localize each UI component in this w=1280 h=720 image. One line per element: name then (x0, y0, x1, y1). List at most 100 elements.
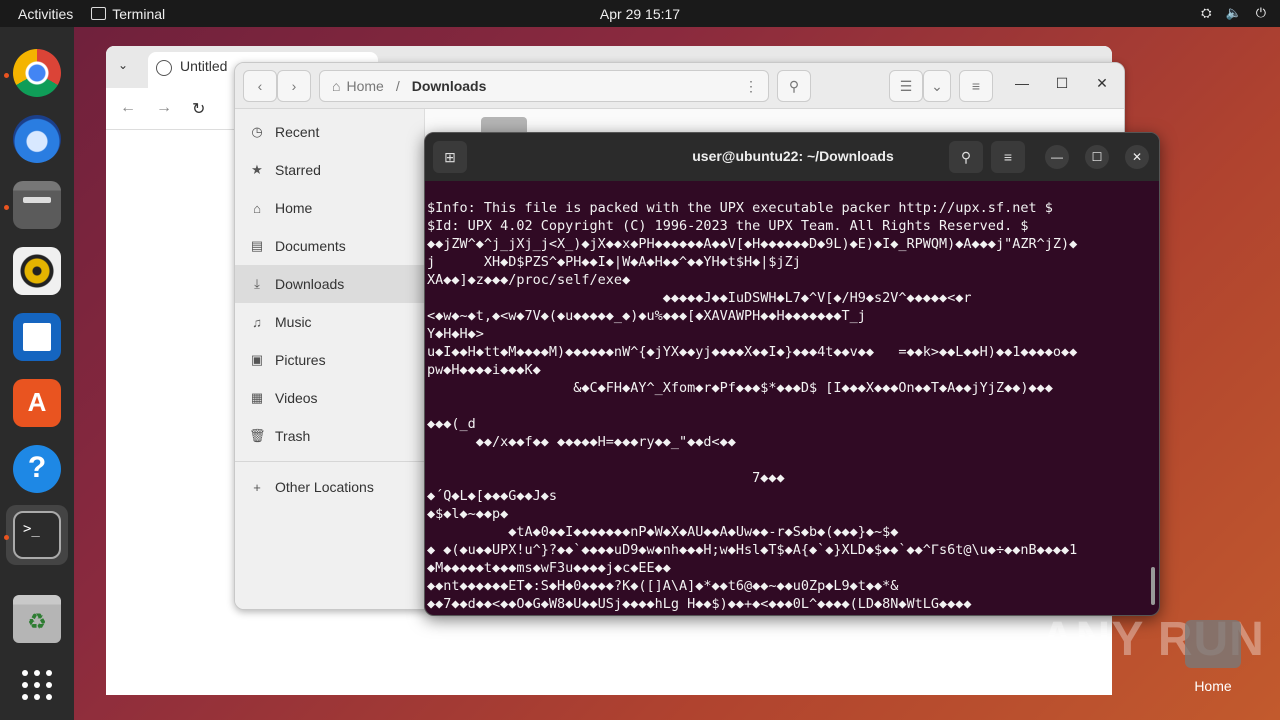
power-icon: ⏻ (1255, 5, 1266, 20)
terminal-output[interactable]: $Info: This file is packed with the UPX … (427, 199, 1153, 615)
search-button[interactable]: ⚲ (777, 70, 811, 102)
sidebar-item-trash[interactable]: 🗑 Trash (235, 417, 424, 455)
back-button[interactable]: ‹ (243, 70, 277, 102)
sidebar-item-label: Pictures (275, 352, 326, 368)
app-store-icon[interactable] (13, 379, 61, 427)
show-applications-icon[interactable] (13, 661, 61, 709)
list-view-icon[interactable]: ☰ (889, 70, 923, 102)
close-icon[interactable]: ✕ (1091, 75, 1113, 92)
rhythmbox-icon[interactable] (13, 247, 61, 295)
globe-icon (156, 60, 172, 76)
sidebar-item-label: Other Locations (275, 479, 374, 495)
dock (0, 27, 74, 720)
running-indicator (4, 73, 9, 78)
help-icon[interactable] (13, 445, 61, 493)
terminal-window[interactable]: ⊞ user@ubuntu22: ~/Downloads ⚲ ≡ — ☐ ✕ $… (424, 132, 1160, 616)
music-icon: ♫ (252, 314, 262, 330)
terminal-line: ◆´Q◆L◆[◆◆◆G◆◆J◆s (427, 488, 558, 504)
terminal-line: ◆◆/x◆◆f◆◆ ◆◆◆◆◆H=◆◆◆ry◆◆_"◆◆d<◆◆ (427, 434, 736, 450)
terminal-icon[interactable] (13, 511, 61, 559)
app-menu-label: Terminal (112, 5, 166, 22)
system-tray[interactable]: ⛭ 🔈 ⏻ (1201, 5, 1266, 21)
terminal-line: Y◆H◆H◆> (427, 326, 484, 342)
download-icon: ⤓ (254, 276, 260, 291)
chevron-down-icon[interactable]: ⌄ (118, 58, 128, 72)
sidebar-item-pictures[interactable]: ▣ Pictures (235, 341, 424, 379)
trash-icon[interactable] (13, 595, 61, 643)
path-separator: / (395, 78, 400, 94)
path-home[interactable]: Home (346, 78, 383, 94)
main-menu-button[interactable]: ≡ (959, 70, 993, 102)
sidebar-item-downloads[interactable]: ⤓ Downloads (235, 265, 424, 303)
writer-icon[interactable] (13, 313, 61, 361)
terminal-line: ◆M◆◆◆◆◆t◆◆◆ms◆wF3u◆◆◆◆j◆c◆EE◆◆ (427, 560, 671, 576)
terminal-line: ◆◆jZW^◆^j_jXj_j<X_)◆jX◆◆x◆PH◆◆◆◆◆◆A◆◆V[◆… (427, 236, 1078, 252)
trash-icon: 🗑 (249, 428, 266, 443)
terminal-scrollbar[interactable] (1151, 567, 1155, 605)
clock-icon: ◷ (251, 124, 263, 139)
path-current[interactable]: Downloads (412, 78, 487, 94)
path-bar[interactable]: ⌂ Home / Downloads (319, 70, 769, 102)
home-icon: ⌂ (332, 78, 341, 94)
view-options-chevron-icon[interactable]: ⌄ (923, 70, 951, 102)
terminal-line: j XH◆D$PZS^◆PH◆◆I◆|W◆A◆H◆◆^◆◆YH◆t$H◆|$jZ… (427, 254, 801, 270)
browser-tab-title: Untitled (180, 58, 228, 74)
path-menu-icon[interactable]: ⋮ (735, 70, 767, 102)
sidebar-item-label: Starred (275, 162, 321, 178)
close-icon[interactable]: ✕ (1125, 145, 1149, 169)
sidebar-item-label: Documents (275, 238, 346, 254)
forward-arrow-icon[interactable]: → (156, 99, 172, 117)
home-icon: ⌂ (253, 200, 261, 216)
desktop-home-label[interactable]: Home (1176, 678, 1250, 694)
maximize-icon[interactable]: ☐ (1085, 145, 1109, 169)
activities-button[interactable]: Activities (0, 6, 91, 22)
terminal-line: ◆◆7◆◆d◆◆<◆◆O◆G◆W8◆U◆◆USj◆◆◆◆hLg H◆◆$)◆◆+… (427, 596, 972, 612)
sidebar-item-label: Home (275, 200, 313, 216)
sidebar-item-label: Videos (275, 390, 318, 406)
sidebar-item-documents[interactable]: ▤ Documents (235, 227, 424, 265)
terminal-line: $Info: This file is packed with the UPX … (427, 200, 1053, 216)
sidebar-item-label: Recent (275, 124, 320, 140)
sidebar-item-other-locations[interactable]: + Other Locations (235, 468, 424, 506)
network-icon: ⛭ (1201, 5, 1212, 20)
back-arrow-icon[interactable]: ← (120, 99, 136, 117)
terminal-line: &◆C◆FH◆AY^_Xfom◆r◆Pf◆◆◆$*◆◆◆D$ [I◆◆◆X◆◆◆… (427, 380, 1053, 396)
minimize-icon[interactable]: — (1045, 145, 1069, 169)
volume-icon: 🔈 (1225, 5, 1242, 20)
terminal-line: <◆w◆~◆t,◆<w◆7V◆(◆u◆◆◆◆◆_◆)◆u%◆◆◆[◆XAVAWP… (427, 308, 866, 324)
hamburger-menu-icon[interactable]: ≡ (991, 141, 1025, 173)
sidebar-item-videos[interactable]: ▦ Videos (235, 379, 424, 417)
app-menu[interactable]: Terminal (91, 6, 165, 22)
terminal-line: pw◆H◆◆◆◆i◆◆◆K◆ (427, 362, 541, 378)
terminal-line: 7◆◆◆ (427, 470, 785, 486)
picture-icon: ▣ (250, 352, 264, 367)
terminal-app-icon (91, 7, 107, 20)
desktop-home-folder-icon[interactable] (1185, 620, 1241, 668)
running-indicator (4, 535, 9, 540)
thunderbird-icon[interactable] (13, 115, 61, 163)
terminal-line: ◆◆◆◆◆J◆◆IuDSWH◆L7◆^V[◆/H9◆s2V^◆◆◆◆◆<◆r (427, 290, 972, 306)
reload-icon[interactable]: ↻ (192, 99, 205, 119)
document-icon: ▤ (250, 238, 264, 253)
maximize-icon[interactable]: ☐ (1051, 75, 1073, 92)
files-sidebar: ◷ Recent ★ Starred ⌂ Home ▤ Documents ⤓ … (235, 109, 425, 609)
sidebar-item-home[interactable]: ⌂ Home (235, 189, 424, 227)
terminal-line: $Id: UPX 4.02 Copyright (C) 1996-2023 th… (427, 218, 1029, 234)
terminal-line: ◆◆◆(_d (427, 416, 476, 432)
sidebar-item-music[interactable]: ♫ Music (235, 303, 424, 341)
sidebar-item-label: Music (275, 314, 312, 330)
chrome-icon[interactable] (13, 49, 61, 97)
search-icon[interactable]: ⚲ (949, 141, 983, 173)
sidebar-item-starred[interactable]: ★ Starred (235, 151, 424, 189)
star-icon: ★ (251, 162, 263, 177)
sidebar-item-recent[interactable]: ◷ Recent (235, 113, 424, 151)
running-indicator (4, 205, 9, 210)
forward-button[interactable]: › (277, 70, 311, 102)
minimize-icon[interactable]: — (1011, 75, 1033, 91)
files-icon[interactable] (13, 181, 61, 229)
terminal-line: ◆tA◆0◆◆I◆◆◆◆◆◆◆nP◆W◆X◆AU◆◆A◆Uw◆◆-r◆S◆b◆(… (427, 524, 899, 540)
terminal-line: ◆$◆l◆~◆◆p◆ (427, 506, 509, 522)
clock[interactable]: Apr 29 15:17 (0, 6, 1280, 22)
